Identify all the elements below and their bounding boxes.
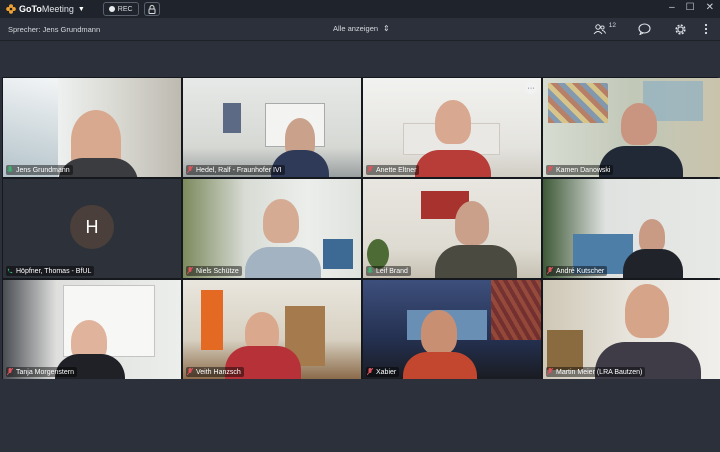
tile-more-button[interactable]: ··· bbox=[525, 82, 537, 94]
video-tile[interactable]: Xabier bbox=[363, 280, 541, 379]
participant-name: Xabier bbox=[376, 368, 397, 376]
participant-name-label: Veith Hanzsch bbox=[186, 367, 244, 377]
mic-active-icon bbox=[367, 267, 373, 273]
current-speaker: Sprecher: Jens Grundmann bbox=[8, 24, 101, 34]
video-tile[interactable]: ··· Anette Eltner bbox=[363, 78, 541, 177]
chat-bubble-icon bbox=[637, 23, 651, 35]
brand-meeting: Meeting bbox=[41, 4, 74, 14]
participant-name-label: Leif Brand bbox=[366, 266, 411, 276]
minimize-icon[interactable]: – bbox=[669, 2, 675, 13]
participant-name-label: Niels Schütze bbox=[186, 266, 242, 276]
lock-meeting-button[interactable] bbox=[143, 2, 160, 16]
app-logo[interactable]: GoTo Meeting ▼ bbox=[6, 4, 85, 14]
mic-muted-icon bbox=[547, 166, 553, 174]
video-tile[interactable]: Kamen Danowski bbox=[543, 78, 720, 177]
participant-name-label: André Kutscher bbox=[546, 266, 608, 276]
participant-name: Höpfner, Thomas - BfUL bbox=[16, 267, 92, 275]
title-bar: GoTo Meeting ▼ REC – ☐ ✕ bbox=[0, 0, 720, 18]
view-all-dropdown[interactable]: Alle anzeigen ⇕ bbox=[333, 24, 390, 33]
more-options-button[interactable] bbox=[698, 21, 714, 37]
mic-muted-icon bbox=[547, 368, 553, 376]
menu-caret-icon[interactable]: ▼ bbox=[78, 6, 85, 13]
mic-muted-icon bbox=[367, 368, 373, 376]
record-button[interactable]: REC bbox=[102, 2, 139, 16]
video-tile[interactable]: Hedel, Ralf - Fraunhofer IVI bbox=[183, 78, 361, 177]
participant-name-label: Tanja Morgenstern bbox=[6, 367, 77, 377]
phone-icon bbox=[7, 268, 13, 274]
participant-count: 12 bbox=[608, 21, 616, 29]
mic-active-icon bbox=[7, 166, 13, 172]
participant-name: Leif Brand bbox=[376, 267, 408, 275]
video-grid: Jens Grundmann Hedel, Ralf - Fraunhofer … bbox=[2, 77, 720, 379]
video-tile[interactable]: H Höpfner, Thomas - BfUL bbox=[3, 179, 181, 278]
video-tile[interactable]: Jens Grundmann bbox=[3, 78, 181, 177]
people-icon bbox=[593, 23, 607, 34]
gotomeeting-logo-icon bbox=[6, 4, 16, 14]
participant-name-label: Martin Meier (LRA Bautzen) bbox=[546, 367, 646, 377]
window-controls: – ☐ ✕ bbox=[669, 2, 714, 13]
mic-muted-icon bbox=[187, 368, 193, 376]
record-label: REC bbox=[117, 5, 133, 13]
participant-name-label: Xabier bbox=[366, 367, 400, 377]
video-tile[interactable]: Leif Brand bbox=[363, 179, 541, 278]
video-tile[interactable]: Niels Schütze bbox=[183, 179, 361, 278]
participant-name: Kamen Danowski bbox=[556, 166, 611, 174]
view-all-label: Alle anzeigen bbox=[333, 24, 379, 33]
mic-muted-icon bbox=[367, 166, 373, 174]
meeting-toolbar: Sprecher: Jens Grundmann Alle anzeigen ⇕… bbox=[0, 18, 720, 41]
chat-button[interactable] bbox=[636, 21, 652, 37]
participant-name-label: Hedel, Ralf - Fraunhofer IVI bbox=[186, 165, 285, 175]
participant-name-label: Jens Grundmann bbox=[6, 165, 73, 175]
participant-name: André Kutscher bbox=[556, 267, 605, 275]
participants-button[interactable] bbox=[592, 21, 608, 37]
participant-name-label: Anette Eltner bbox=[366, 165, 420, 175]
video-tile[interactable]: Tanja Morgenstern bbox=[3, 280, 181, 379]
participant-name: Tanja Morgenstern bbox=[16, 368, 74, 376]
lock-icon bbox=[148, 4, 156, 14]
participant-name: Martin Meier (LRA Bautzen) bbox=[556, 368, 643, 376]
mic-muted-icon bbox=[187, 267, 193, 275]
participant-name: Veith Hanzsch bbox=[196, 368, 241, 376]
participant-name: Jens Grundmann bbox=[16, 166, 70, 174]
updown-chevron-icon: ⇕ bbox=[383, 24, 390, 33]
participant-name: Anette Eltner bbox=[376, 166, 417, 174]
mic-muted-icon bbox=[187, 166, 193, 174]
mic-muted-icon bbox=[7, 368, 13, 376]
video-tile[interactable]: André Kutscher bbox=[543, 179, 720, 278]
close-icon[interactable]: ✕ bbox=[706, 2, 714, 13]
kebab-menu-icon bbox=[704, 23, 708, 35]
record-dot-icon bbox=[108, 6, 115, 12]
mic-muted-icon bbox=[547, 267, 553, 275]
brand-goto: GoTo bbox=[19, 4, 42, 14]
participant-name-label: Höpfner, Thomas - BfUL bbox=[6, 266, 95, 276]
gear-icon bbox=[674, 23, 686, 35]
participant-name: Niels Schütze bbox=[196, 267, 239, 275]
participant-avatar: H bbox=[70, 205, 114, 249]
maximize-icon[interactable]: ☐ bbox=[686, 2, 695, 13]
video-tile[interactable]: Veith Hanzsch bbox=[183, 280, 361, 379]
video-tile[interactable]: Martin Meier (LRA Bautzen) bbox=[543, 280, 720, 379]
participant-name-label: Kamen Danowski bbox=[546, 165, 614, 175]
settings-button[interactable] bbox=[672, 21, 688, 37]
participant-name: Hedel, Ralf - Fraunhofer IVI bbox=[196, 166, 282, 174]
